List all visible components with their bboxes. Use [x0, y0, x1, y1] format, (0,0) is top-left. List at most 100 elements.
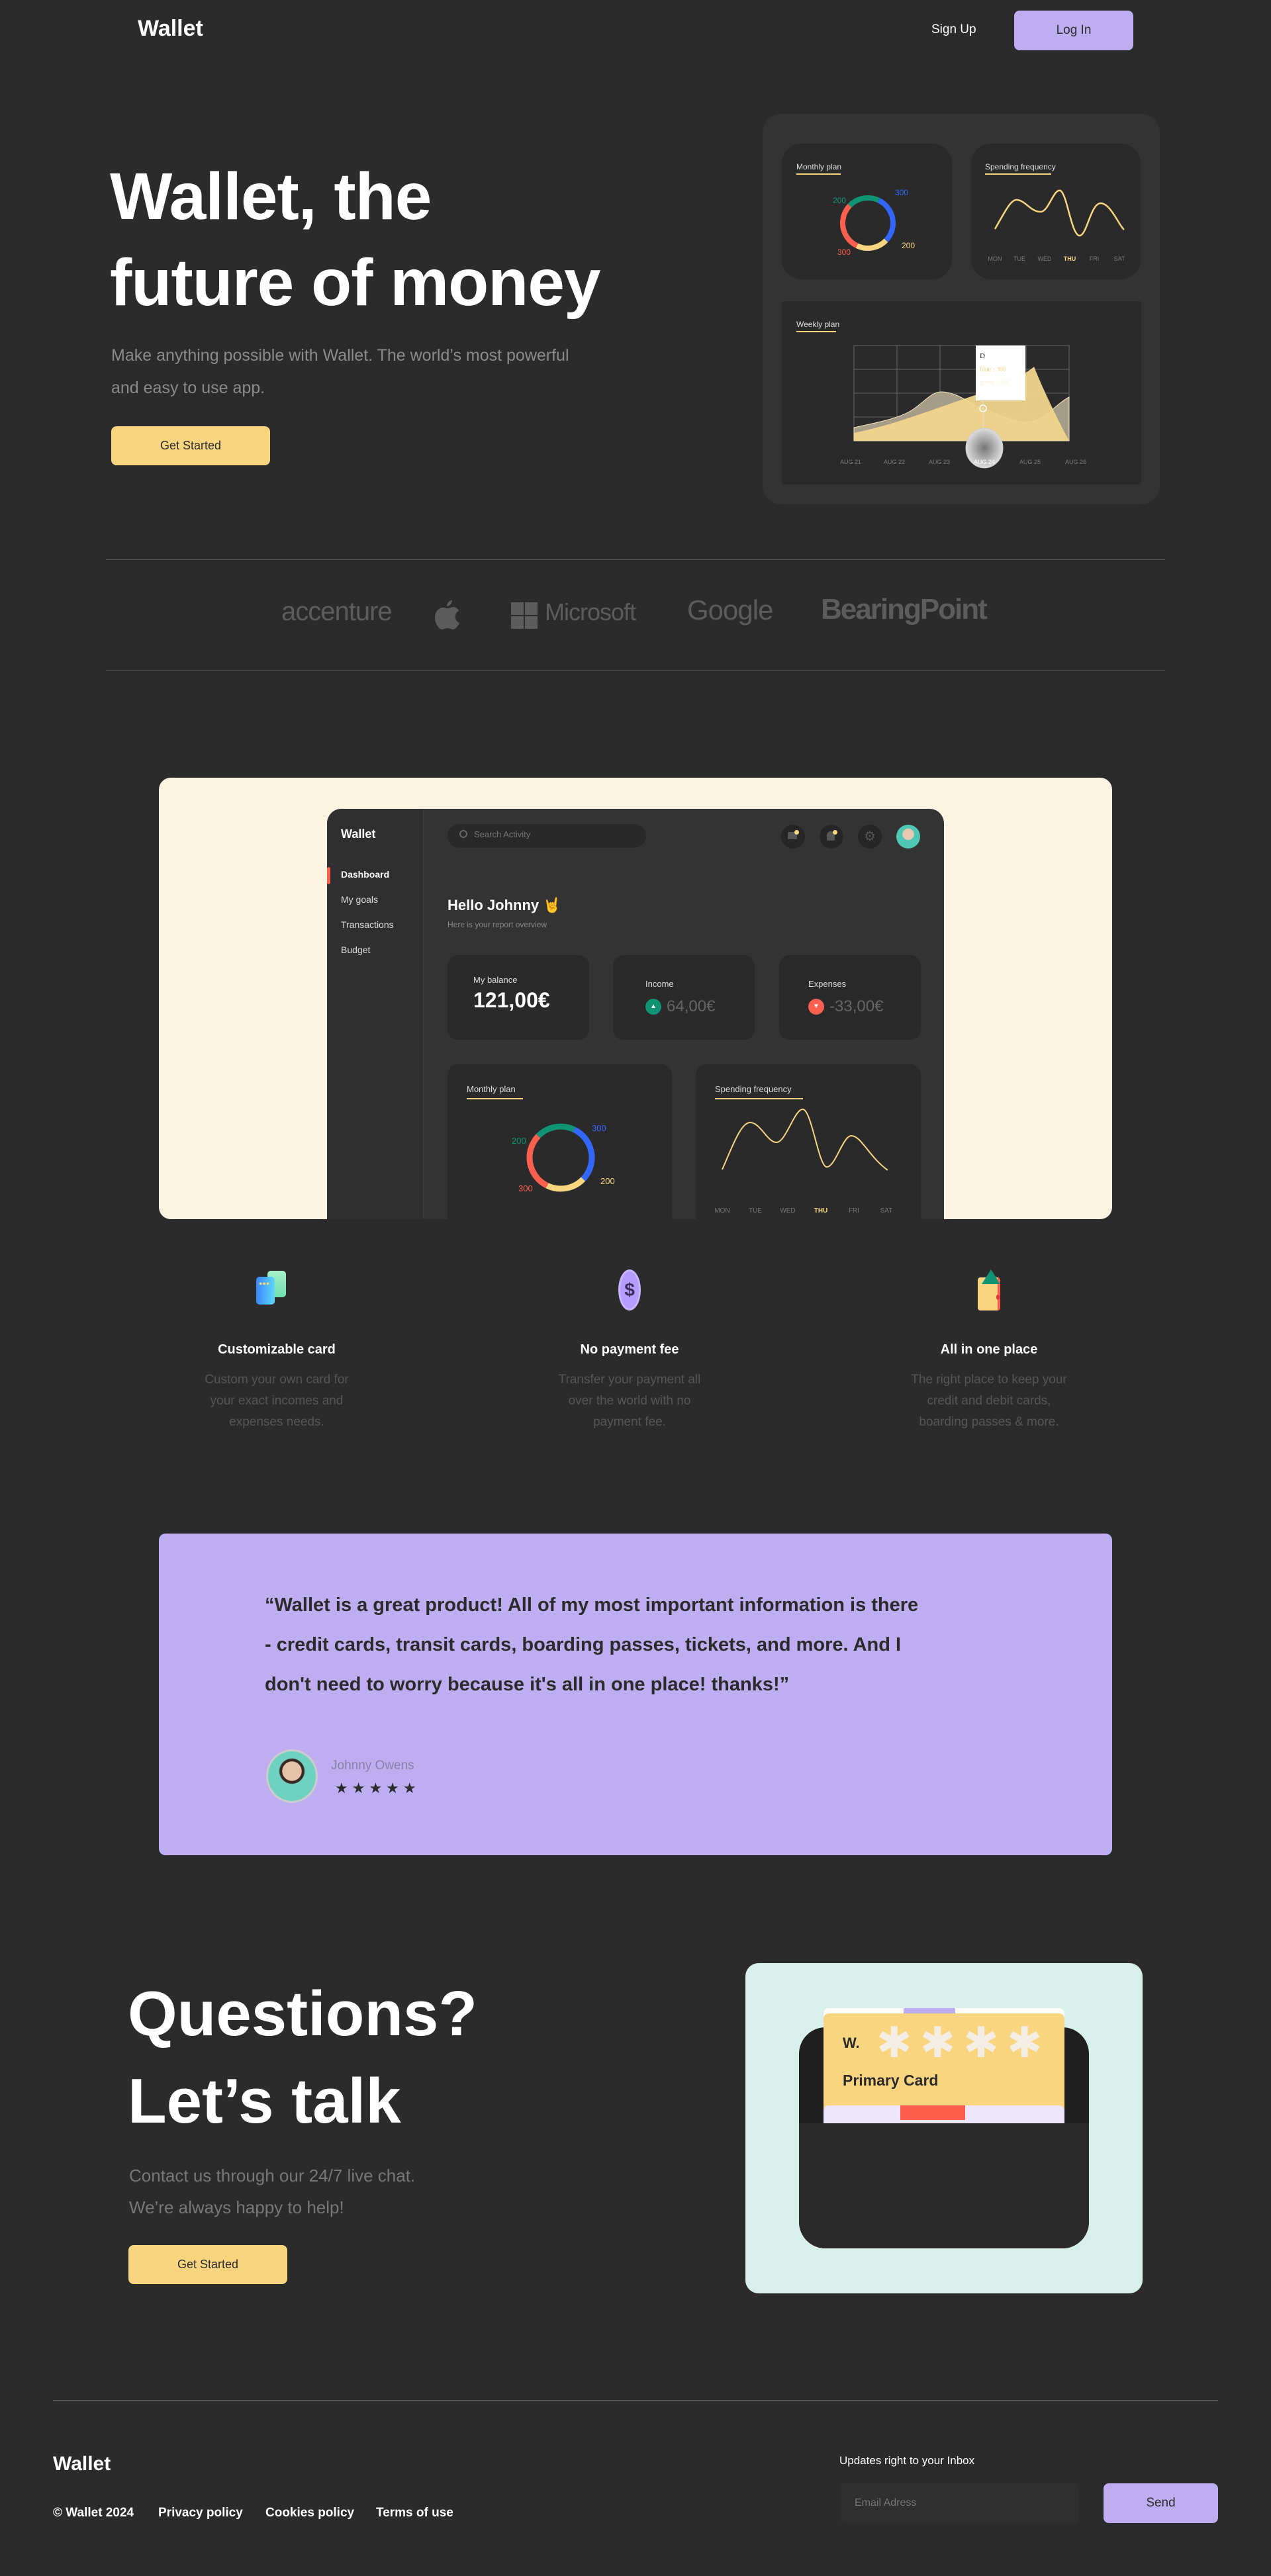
microsoft-logo: Microsoft: [545, 598, 636, 625]
day-label: THU: [1064, 255, 1076, 262]
notifications-icon[interactable]: [820, 825, 843, 849]
rating-stars: ★★★★★: [335, 1780, 420, 1796]
card-number-mask: ✱✱✱✱: [876, 2019, 1051, 2066]
contact-get-started-button[interactable]: Get Started: [128, 2245, 287, 2284]
hero-get-started-button[interactable]: Get Started: [111, 426, 270, 465]
app-sidebar: Wallet Dashboard My goals Transactions B…: [327, 809, 424, 1219]
dashboard-showcase: Wallet Dashboard My goals Transactions B…: [159, 778, 1112, 1219]
day-label: SAT: [1114, 255, 1125, 262]
hero-subtitle-line2: and easy to use app.: [111, 379, 265, 397]
contact-title-line1: Questions?: [128, 1978, 478, 2049]
feature-1: $ No payment fee Transfer your payment all…: [524, 1269, 735, 1433]
divider-bottom: [106, 670, 1165, 671]
date-label: AUG 25: [1019, 459, 1041, 465]
greeting: Hello Johnny 🤘: [447, 897, 561, 913]
quote-line3: don't need to worry because it's all in …: [265, 1674, 790, 1695]
date-label: AUG 23: [929, 459, 950, 465]
privacy-policy-link[interactable]: Privacy policy: [158, 2506, 243, 2520]
contact-text-line1: Contact us through our 24/7 live chat.: [129, 2166, 416, 2185]
user-avatar[interactable]: [896, 825, 920, 849]
menu-my-goals[interactable]: My goals: [341, 894, 378, 905]
bearingpoint-logo: BearingPoint: [821, 593, 988, 625]
hero-title-line1: Wallet, the: [110, 160, 432, 234]
search-icon: [459, 830, 467, 838]
settings-icon[interactable]: ⚙: [858, 825, 882, 849]
menu-transactions[interactable]: Transactions: [341, 919, 394, 930]
donut-label: 200: [833, 196, 846, 205]
feature-description: Transfer your payment all over the world …: [558, 1373, 701, 1429]
google-logo: Google: [687, 594, 773, 625]
monthly-title: Monthly plan: [796, 162, 841, 171]
income-value: 64,00€: [667, 997, 716, 1015]
menu-budget[interactable]: Budget: [341, 944, 370, 955]
day-label: SAT: [880, 1207, 893, 1215]
terms-of-use-link[interactable]: Terms of use: [376, 2506, 453, 2520]
donut-label: 300: [518, 1183, 533, 1193]
balance-card: My balance 121,00€: [447, 955, 589, 1040]
card-brand: W.: [843, 2035, 860, 2051]
spending-curve: [722, 1109, 888, 1171]
email-input[interactable]: [840, 2483, 1080, 2523]
quote-line1: “Wallet is a great product! All of my mo…: [265, 1594, 919, 1616]
author-name: Johnny Owens: [331, 1759, 414, 1772]
donut-label: 200: [512, 1136, 526, 1146]
author-avatar: [266, 1749, 318, 1803]
app-window: Wallet Dashboard My goals Transactions B…: [327, 809, 944, 1219]
date-label: AUG 24: [974, 459, 995, 465]
spending-title: Spending frequency: [985, 162, 1056, 171]
expenses-down-icon: ▼: [808, 999, 824, 1015]
testimonial-card: “Wallet is a great product! All of my mo…: [159, 1534, 1112, 1855]
greeting-subtitle: Here is your report overview: [447, 920, 547, 929]
date-label: AUG 22: [884, 459, 905, 465]
income-up-icon: ▲: [645, 999, 661, 1015]
quote-line2: - credit cards, transit cards, boarding …: [265, 1634, 902, 1655]
feature-title: No payment fee: [580, 1342, 679, 1357]
income-card: Income ▲ 64,00€: [613, 955, 755, 1040]
donut-label: 200: [600, 1176, 615, 1186]
messages-icon[interactable]: [781, 825, 805, 849]
svg-text:green : 200: green : 200: [980, 379, 1010, 387]
income-label: Income: [645, 979, 674, 989]
footer-logo: Wallet: [53, 2453, 111, 2475]
svg-text:D: D: [980, 352, 985, 360]
monthly-donut: 300 200 300 200: [512, 1123, 615, 1193]
primary-card: W. ✱✱✱✱ Primary Card: [824, 2013, 1064, 2113]
copyright: © Wallet 2024: [53, 2506, 134, 2520]
hero-preview-graphics: Monthly plan 300 200 300 200 Spending frequ…: [782, 144, 1141, 484]
donut-segment: [573, 1127, 595, 1181]
send-button[interactable]: Send: [1104, 2483, 1218, 2523]
day-label: WED: [1038, 255, 1052, 262]
feature-description: The right place to keep your credit and d…: [911, 1373, 1067, 1429]
feature-title: All in one place: [940, 1342, 1038, 1357]
donut-segment: [545, 1177, 586, 1192]
apple-logo: [435, 600, 459, 629]
monthly-plan-card: Monthly plan 300 200 300 200: [447, 1064, 672, 1219]
search-input[interactable]: [474, 829, 633, 839]
feature-0: ●●● Customizable card Custom your own card…: [171, 1271, 383, 1433]
hero-subtitle-line1: Make anything possible with Wallet. The …: [111, 346, 569, 365]
balance-value: 121,00€: [473, 988, 550, 1012]
active-indicator: [327, 867, 330, 884]
day-label: MON: [714, 1207, 730, 1215]
feature-description: Custom your own card for your exact incom…: [205, 1373, 349, 1429]
dollar-coin-icon: $: [609, 1269, 650, 1313]
day-label: WED: [780, 1207, 795, 1215]
cookies-policy-link[interactable]: Cookies policy: [265, 2506, 354, 2520]
wallet-illustration: W. ✱✱✱✱ Primary Card: [745, 1963, 1143, 2293]
day-label: FRI: [1090, 255, 1100, 262]
donut-label: 200: [902, 241, 915, 250]
menu-dashboard[interactable]: Dashboard: [341, 869, 389, 880]
footer-divider: [53, 2400, 1218, 2401]
signup-link[interactable]: Sign Up: [931, 23, 976, 37]
login-button[interactable]: Log In: [1014, 11, 1133, 50]
day-label: MON: [988, 255, 1002, 262]
svg-text:blue : 300: blue : 300: [980, 366, 1006, 373]
nav-logo[interactable]: Wallet: [138, 16, 203, 42]
search-bar[interactable]: [447, 824, 646, 848]
feature-2: All in one place The right place to keep …: [883, 1269, 1095, 1433]
day-label: FRI: [849, 1207, 859, 1215]
expenses-label: Expenses: [808, 979, 847, 989]
date-label: AUG 21: [840, 459, 861, 465]
card-name: Primary Card: [843, 2072, 939, 2089]
day-label: TUE: [749, 1207, 762, 1215]
